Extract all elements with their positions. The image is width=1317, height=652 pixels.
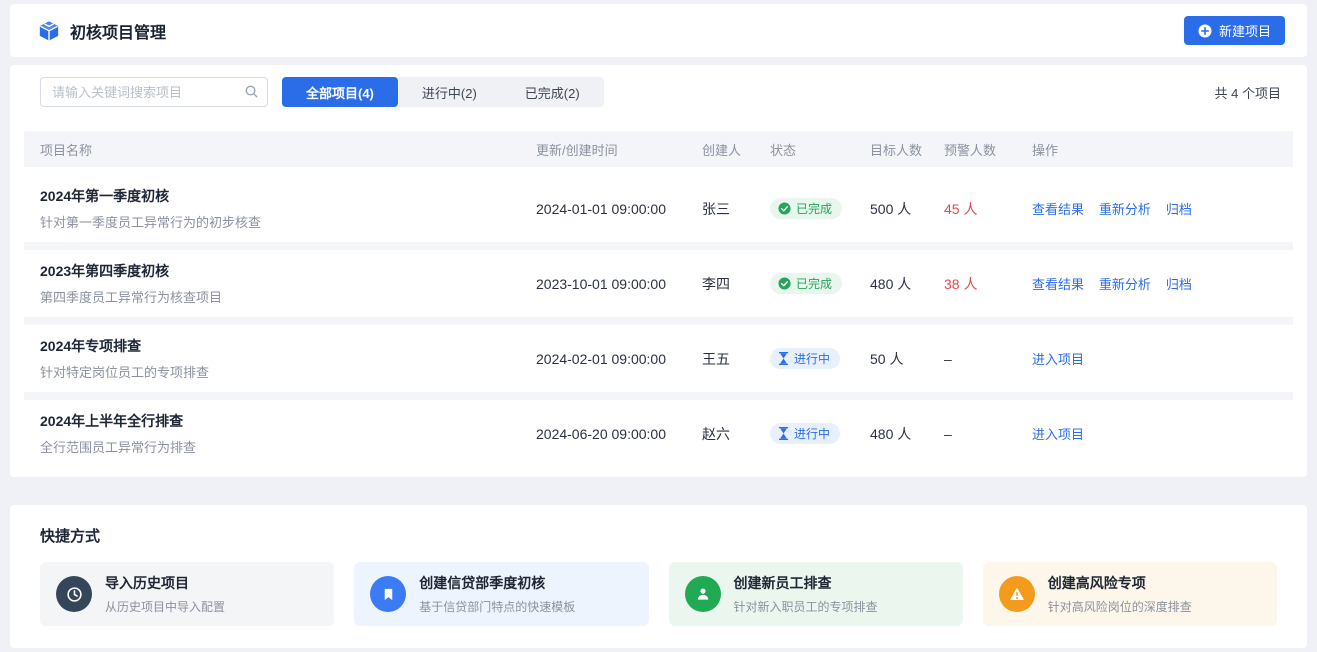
search-box — [40, 77, 268, 107]
new-project-button[interactable]: 新建项目 — [1184, 16, 1285, 45]
target-count: 50 人 — [854, 349, 928, 369]
plus-circle-icon — [1198, 24, 1212, 38]
check-circle-icon — [778, 202, 791, 215]
bookmark-icon — [370, 576, 406, 612]
project-table: 项目名称 更新/创建时间 创建人 状态 目标人数 预警人数 操作 2024年第一… — [24, 131, 1293, 467]
warning-count: – — [928, 351, 1016, 367]
project-time: 2024-06-20 09:00:00 — [520, 426, 686, 442]
clock-icon — [56, 576, 92, 612]
target-count: 480 人 — [854, 424, 928, 444]
person-icon — [685, 576, 721, 612]
project-name: 2024年第一季度初核 — [40, 186, 520, 206]
table-body: 2024年第一季度初核 针对第一季度员工异常行为的初步核查 2024-01-01… — [24, 175, 1293, 467]
col-actions: 操作 — [1016, 140, 1293, 159]
shortcut-import-history[interactable]: 导入历史项目 从历史项目中导入配置 — [40, 562, 334, 626]
project-description: 第四季度员工异常行为核查项目 — [40, 287, 520, 306]
target-count: 480 人 — [854, 274, 928, 294]
table-header-row: 项目名称 更新/创建时间 创建人 状态 目标人数 预警人数 操作 — [24, 131, 1293, 167]
shortcuts-panel: 快捷方式 导入历史项目 从历史项目中导入配置 创建信贷部季度初核 基于信贷部门特… — [10, 505, 1307, 648]
project-description: 针对第一季度员工异常行为的初步核查 — [40, 212, 520, 231]
shortcut-title: 创建高风险专项 — [1048, 573, 1192, 593]
warning-icon — [999, 576, 1035, 612]
project-time: 2024-01-01 09:00:00 — [520, 201, 686, 217]
project-creator: 赵六 — [686, 424, 754, 444]
project-creator: 张三 — [686, 199, 754, 219]
project-count: 共 4 个项目 — [1215, 83, 1281, 102]
archive-link[interactable]: 归档 — [1166, 202, 1192, 217]
project-creator: 李四 — [686, 274, 754, 294]
shortcut-new-employee-check[interactable]: 创建新员工排查 针对新入职员工的专项排查 — [669, 562, 963, 626]
target-count: 500 人 — [854, 199, 928, 219]
filter-tabs: 全部项目(4) 进行中(2) 已完成(2) — [282, 77, 604, 107]
check-circle-icon — [778, 277, 791, 290]
table-row: 2024年第一季度初核 针对第一季度员工异常行为的初步核查 2024-01-01… — [24, 175, 1293, 242]
shortcuts-title: 快捷方式 — [40, 525, 1277, 546]
table-row: 2023年第四季度初核 第四季度员工异常行为核查项目 2023-10-01 09… — [24, 250, 1293, 317]
hourglass-icon — [778, 427, 789, 440]
status-label: 进行中 — [794, 353, 830, 365]
status-label: 已完成 — [796, 203, 832, 215]
top-bar: 初核项目管理 新建项目 — [10, 4, 1307, 57]
search-input[interactable] — [40, 77, 268, 107]
col-creator: 创建人 — [686, 140, 754, 159]
project-name: 2024年专项排查 — [40, 336, 520, 356]
shortcut-high-risk-special[interactable]: 创建高风险专项 针对高风险岗位的深度排查 — [983, 562, 1277, 626]
page-title: 初核项目管理 — [70, 19, 166, 43]
new-project-label: 新建项目 — [1219, 21, 1271, 40]
archive-link[interactable]: 归档 — [1166, 277, 1192, 292]
reanalyze-link[interactable]: 重新分析 — [1099, 277, 1151, 292]
status-label: 已完成 — [796, 278, 832, 290]
toolbar: 全部项目(4) 进行中(2) 已完成(2) 共 4 个项目 — [24, 77, 1293, 107]
shortcut-title: 导入历史项目 — [105, 573, 225, 593]
tab-in-progress[interactable]: 进行中(2) — [398, 77, 501, 107]
shortcut-title: 创建信贷部季度初核 — [419, 573, 575, 593]
shortcut-title: 创建新员工排查 — [734, 573, 878, 593]
col-project-name: 项目名称 — [24, 140, 520, 159]
warning-count: 38 人 — [928, 274, 1016, 294]
project-time: 2024-02-01 09:00:00 — [520, 351, 686, 367]
enter-project-link[interactable]: 进入项目 — [1032, 427, 1084, 442]
enter-project-link[interactable]: 进入项目 — [1032, 352, 1084, 367]
col-target-count: 目标人数 — [854, 140, 928, 159]
reanalyze-link[interactable]: 重新分析 — [1099, 202, 1151, 217]
shortcut-description: 针对高风险岗位的深度排查 — [1048, 598, 1192, 615]
view-results-link[interactable]: 查看结果 — [1032, 277, 1084, 292]
view-results-link[interactable]: 查看结果 — [1032, 202, 1084, 217]
shortcut-credit-dept-review[interactable]: 创建信贷部季度初核 基于信贷部门特点的快速模板 — [354, 562, 648, 626]
shortcut-description: 基于信贷部门特点的快速模板 — [419, 598, 575, 615]
table-row: 2024年上半年全行排查 全行范围员工异常行为排查 2024-06-20 09:… — [24, 400, 1293, 467]
search-icon — [244, 84, 259, 104]
project-name: 2023年第四季度初核 — [40, 261, 520, 281]
status-badge: 已完成 — [770, 198, 842, 219]
project-description: 针对特定岗位员工的专项排查 — [40, 362, 520, 381]
col-status: 状态 — [754, 140, 854, 159]
shortcut-description: 从历史项目中导入配置 — [105, 598, 225, 615]
col-warning-count: 预警人数 — [928, 140, 1016, 159]
warning-count: 45 人 — [928, 199, 1016, 219]
project-name: 2024年上半年全行排查 — [40, 411, 520, 431]
tab-all-projects[interactable]: 全部项目(4) — [282, 77, 398, 107]
project-creator: 王五 — [686, 349, 754, 369]
hourglass-icon — [778, 352, 789, 365]
project-list-panel: 全部项目(4) 进行中(2) 已完成(2) 共 4 个项目 项目名称 更新/创建… — [10, 65, 1307, 477]
status-badge: 已完成 — [770, 273, 842, 294]
project-description: 全行范围员工异常行为排查 — [40, 437, 520, 456]
status-badge: 进行中 — [770, 348, 840, 369]
warning-count: – — [928, 426, 1016, 442]
shortcut-description: 针对新入职员工的专项排查 — [734, 598, 878, 615]
project-time: 2023-10-01 09:00:00 — [520, 276, 686, 292]
col-time: 更新/创建时间 — [520, 140, 686, 159]
table-row: 2024年专项排查 针对特定岗位员工的专项排查 2024-02-01 09:00… — [24, 325, 1293, 392]
status-badge: 进行中 — [770, 423, 840, 444]
tab-completed[interactable]: 已完成(2) — [501, 77, 604, 107]
app-logo-icon — [38, 20, 60, 42]
status-label: 进行中 — [794, 428, 830, 440]
